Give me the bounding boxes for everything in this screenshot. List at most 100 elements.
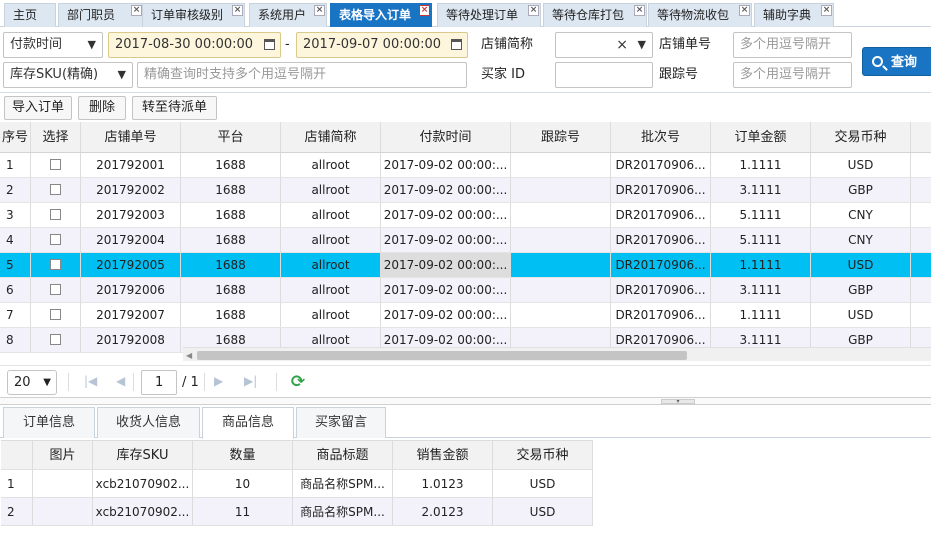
tab-home[interactable]: 主页: [4, 3, 56, 27]
prev-page-icon[interactable]: ◀: [116, 374, 125, 388]
sku-type-value: 库存SKU(精确): [10, 67, 99, 82]
tab-table-import-orders[interactable]: 表格导入订单 ×: [330, 3, 432, 27]
close-icon[interactable]: ×: [419, 5, 430, 16]
close-icon[interactable]: ×: [131, 5, 142, 16]
row-checkbox[interactable]: [50, 209, 61, 220]
date-from-field[interactable]: 2017-08-30 00:00:00: [108, 32, 281, 58]
table-row[interactable]: 2 201792002 1688 allroot 2017-09-02 00:00:..…: [0, 178, 931, 203]
cell-order: 201792007: [81, 303, 181, 327]
close-icon[interactable]: ×: [739, 5, 750, 16]
dispatch-button[interactable]: 转至待派单: [132, 96, 217, 120]
sku-input[interactable]: 精确查询时支持多个用逗号隔开: [137, 62, 467, 88]
order-no-input[interactable]: 多个用逗号隔开: [733, 32, 852, 58]
tab-dictionary[interactable]: 辅助字典 ×: [754, 3, 834, 27]
sku-placeholder: 精确查询时支持多个用逗号隔开: [144, 67, 327, 82]
cell-amount: 5.1111: [711, 228, 811, 252]
page-size-select[interactable]: 20 ▼: [7, 370, 57, 395]
header-select[interactable]: 选择: [31, 122, 81, 152]
header-qty[interactable]: 数量: [193, 441, 293, 469]
scroll-left-icon[interactable]: ◀: [186, 351, 192, 360]
table-row[interactable]: 6 201792006 1688 allroot 2017-09-02 00:00:..…: [0, 278, 931, 303]
tab-label: 辅助字典: [763, 8, 812, 22]
table-row[interactable]: 4 201792004 1688 allroot 2017-09-02 00:00:..…: [0, 228, 931, 253]
cell-amount: 1.1111: [711, 303, 811, 327]
scrollbar-thumb[interactable]: [197, 351, 687, 360]
page-size-value: 20: [14, 375, 31, 390]
header-sku[interactable]: 库存SKU: [93, 441, 193, 469]
header-batch[interactable]: 批次号: [611, 122, 711, 152]
header-paid-time[interactable]: 付款时间: [381, 122, 511, 152]
cell-paid: 2017-09-02 00:00:...: [381, 153, 511, 177]
cell-platform: 1688: [181, 203, 281, 227]
last-page-icon[interactable]: ▶|: [244, 374, 257, 388]
tab-department-staff[interactable]: 部门职员 ×: [58, 3, 144, 27]
table-row[interactable]: 5 201792005 1688 allroot 2017-09-02 00:00:..…: [0, 253, 931, 278]
delete-button[interactable]: 删除: [78, 96, 126, 120]
cell-amount: 1.1111: [711, 253, 811, 277]
panel-splitter[interactable]: ▾: [0, 397, 931, 405]
refresh-icon[interactable]: ⟳: [289, 373, 307, 391]
shop-select[interactable]: × ▼: [555, 32, 653, 58]
header-order-no[interactable]: 店铺单号: [81, 122, 181, 152]
tab-pending-orders[interactable]: 等待处理订单 ×: [437, 3, 541, 27]
select-cell: [31, 228, 81, 252]
header-title[interactable]: 商品标题: [293, 441, 393, 469]
table-row[interactable]: 1 201792001 1688 allroot 2017-09-02 00:00:..…: [0, 153, 931, 178]
row-checkbox[interactable]: [50, 234, 61, 245]
collapse-icon[interactable]: ▾: [661, 399, 695, 405]
close-icon[interactable]: ×: [232, 5, 243, 16]
close-icon[interactable]: ×: [634, 5, 645, 16]
product-row[interactable]: 1 xcb21070902... 10 商品名称SPM... 1.0123 USD: [1, 470, 593, 498]
row-checkbox[interactable]: [50, 184, 61, 195]
time-type-select[interactable]: 付款时间 ▼: [3, 32, 103, 58]
tab-label: 等待处理订单: [446, 8, 519, 22]
row-checkbox[interactable]: [50, 159, 61, 170]
search-button[interactable]: 查询: [862, 47, 931, 76]
tab-product-info[interactable]: 商品信息: [202, 407, 294, 439]
tab-buyer-message[interactable]: 买家留言: [296, 407, 386, 438]
table-row[interactable]: 7 201792007 1688 allroot 2017-09-02 00:00:..…: [0, 303, 931, 328]
row-checkbox[interactable]: [50, 334, 61, 345]
horizontal-scrollbar[interactable]: ◀: [183, 347, 931, 361]
clear-icon[interactable]: ×: [616, 33, 628, 57]
tab-pending-logistics[interactable]: 等待物流收包 ×: [648, 3, 752, 27]
header-platform[interactable]: 平台: [181, 122, 281, 152]
header-currency[interactable]: 交易币种: [493, 441, 593, 469]
row-checkbox[interactable]: [50, 309, 61, 320]
close-icon[interactable]: ×: [821, 5, 832, 16]
first-page-icon[interactable]: |◀: [84, 374, 97, 388]
row-checkbox[interactable]: [50, 284, 61, 295]
close-icon[interactable]: ×: [528, 5, 539, 16]
calendar-icon[interactable]: [451, 39, 462, 50]
header-tracking[interactable]: 跟踪号: [511, 122, 611, 152]
next-page-icon[interactable]: ▶: [214, 374, 223, 388]
tab-order-review-level[interactable]: 订单审核级别 ×: [142, 3, 245, 27]
buyer-id-input[interactable]: [555, 62, 653, 88]
tab-order-info[interactable]: 订单信息: [3, 407, 95, 438]
cell-amount: 3.1111: [711, 178, 811, 202]
header-shop[interactable]: 店铺简称: [281, 122, 381, 152]
tab-consignee-info[interactable]: 收货人信息: [97, 407, 200, 438]
row-checkbox[interactable]: [50, 259, 61, 270]
header-image[interactable]: 图片: [33, 441, 93, 469]
toolbar: 导入订单 删除 转至待派单: [0, 92, 931, 120]
header-currency[interactable]: 交易币种: [811, 122, 911, 152]
tracking-input[interactable]: 多个用逗号隔开: [733, 62, 852, 88]
header-no[interactable]: 序号: [0, 122, 31, 152]
date-to-field[interactable]: 2017-09-07 00:00:00: [296, 32, 468, 58]
tab-system-users[interactable]: 系统用户 ×: [249, 3, 327, 27]
header-sale-amount[interactable]: 销售金额: [393, 441, 493, 469]
tracking-label: 跟踪号: [659, 67, 699, 82]
tab-pending-packing[interactable]: 等待仓库打包 ×: [543, 3, 647, 27]
import-orders-button[interactable]: 导入订单: [4, 96, 72, 120]
page-number-input[interactable]: 1: [141, 370, 177, 395]
overflow-cell: [911, 228, 931, 252]
product-row[interactable]: 2 xcb21070902... 11 商品名称SPM... 2.0123 USD: [1, 498, 593, 526]
sku-type-select[interactable]: 库存SKU(精确) ▼: [3, 62, 133, 88]
tab-label: 系统用户: [258, 8, 307, 22]
close-icon[interactable]: ×: [314, 5, 325, 16]
header-amount[interactable]: 订单金额: [711, 122, 811, 152]
calendar-icon[interactable]: [264, 39, 275, 50]
detail-tabs: 订单信息 收货人信息 商品信息 买家留言: [0, 406, 931, 439]
table-row[interactable]: 3 201792003 1688 allroot 2017-09-02 00:00:..…: [0, 203, 931, 228]
